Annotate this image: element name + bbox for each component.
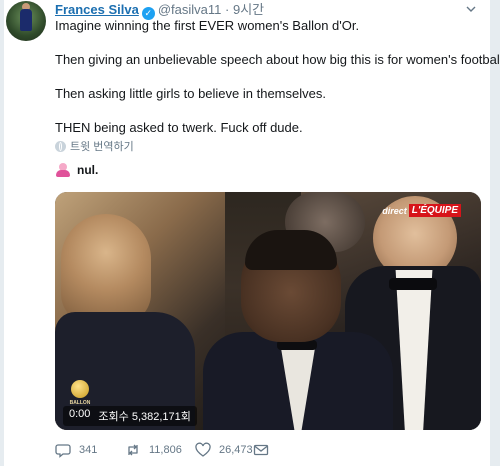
retweet-button[interactable]: 11,806: [125, 440, 182, 460]
right-frame: [490, 0, 500, 466]
mail-icon: [253, 444, 269, 456]
tweet-line: Imagine winning the first EVER women's B…: [55, 18, 360, 33]
reply-icon: [55, 444, 71, 458]
channel-logo: direct L'ÉQUIPE: [382, 204, 461, 217]
like-button[interactable]: 26,473: [195, 440, 253, 460]
brand-prefix: direct: [382, 205, 407, 216]
tweet-time[interactable]: 9시간: [233, 2, 264, 17]
heart-icon: [195, 442, 211, 457]
reply-count: 341: [79, 444, 98, 456]
chevron-down-icon[interactable]: [466, 4, 476, 14]
author-name[interactable]: Frances Silva: [55, 2, 139, 17]
quoted-text-label: nul.: [77, 163, 99, 177]
tweet: Frances Silva ✓ @fasilva11 · 9시간 Imagine w…: [0, 0, 500, 466]
avatar[interactable]: [6, 1, 46, 41]
video-views: 조회수 5,382,171회: [98, 411, 191, 423]
tweet-line: Then giving an unbelievable speech about…: [55, 52, 500, 67]
tweet-text: Imagine winning the first EVER women's B…: [55, 17, 500, 153]
translate-label: 트윗 번역하기: [70, 141, 134, 153]
retweet-count: 11,806: [149, 444, 182, 456]
retweet-icon: [128, 444, 138, 456]
video-info: 0:00 조회수 5,382,171회: [63, 406, 197, 426]
tweet-line: Then asking little girls to believe in t…: [55, 86, 326, 101]
video-time: 0:00: [69, 408, 91, 420]
direct-message-button[interactable]: [253, 440, 269, 460]
tweet-line: THEN being asked to twerk. Fuck off dude…: [55, 120, 303, 135]
video-player[interactable]: direct L'ÉQUIPE BALLON 0:00 조회수 5,382,17…: [55, 192, 481, 430]
quoted-text: nul.: [55, 163, 98, 177]
tweet-actions: 341 11,806 26,473: [55, 440, 481, 460]
reply-button[interactable]: 341: [55, 440, 97, 460]
separator: ·: [225, 2, 230, 17]
like-count: 26,473: [219, 444, 253, 456]
author-handle[interactable]: @fasilva11: [158, 2, 222, 17]
person-emoji-icon: [55, 163, 71, 177]
globe-icon: [55, 140, 66, 152]
translate-tweet-link[interactable]: 트윗 번역하기: [55, 138, 134, 154]
brand-name: L'ÉQUIPE: [408, 204, 461, 217]
